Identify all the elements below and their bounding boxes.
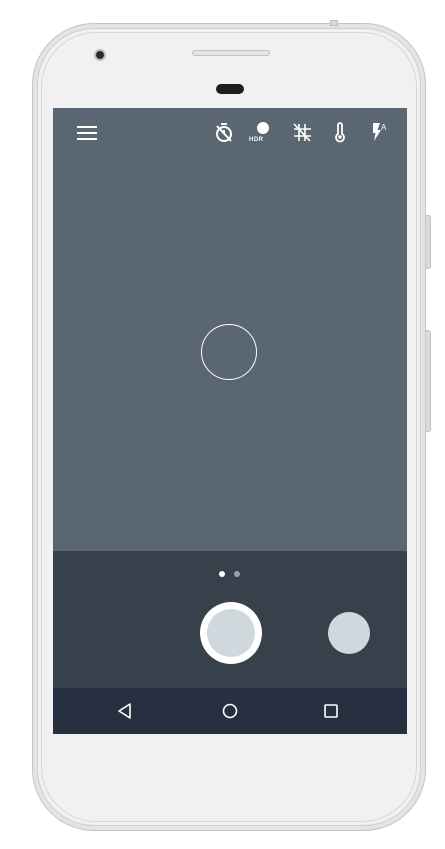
- navigation-bar: [53, 688, 407, 734]
- flash-auto-icon[interactable]: A: [369, 120, 391, 144]
- camera-top-bar: HDR A: [53, 108, 407, 156]
- shutter-button-core: [207, 609, 255, 657]
- flash-mode-label: A: [381, 123, 387, 132]
- shutter-button-icon[interactable]: [200, 602, 262, 664]
- hamburger-menu-icon[interactable]: [77, 125, 97, 141]
- mode-dot-photo[interactable]: [219, 571, 225, 577]
- power-button: [426, 215, 431, 269]
- home-circle-icon[interactable]: [220, 701, 240, 721]
- control-panel: [53, 551, 407, 688]
- timer-off-icon[interactable]: [213, 120, 235, 144]
- earpiece-speaker: [192, 50, 270, 56]
- camera-screen: HDR A: [53, 108, 407, 734]
- recents-square-icon[interactable]: [321, 701, 341, 721]
- proximity-sensor: [216, 84, 244, 94]
- volume-button: [426, 330, 431, 432]
- top-button: [330, 20, 338, 26]
- mode-dot-video[interactable]: [234, 571, 240, 577]
- gallery-thumbnail-icon[interactable]: [328, 612, 370, 654]
- back-triangle-icon[interactable]: [115, 701, 135, 721]
- grid-off-icon[interactable]: [291, 120, 313, 144]
- hdr-icon[interactable]: HDR: [249, 120, 274, 144]
- front-camera: [94, 49, 106, 61]
- hdr-label: HDR: [249, 137, 264, 143]
- white-balance-icon[interactable]: [333, 120, 347, 144]
- focus-ring[interactable]: [201, 324, 257, 380]
